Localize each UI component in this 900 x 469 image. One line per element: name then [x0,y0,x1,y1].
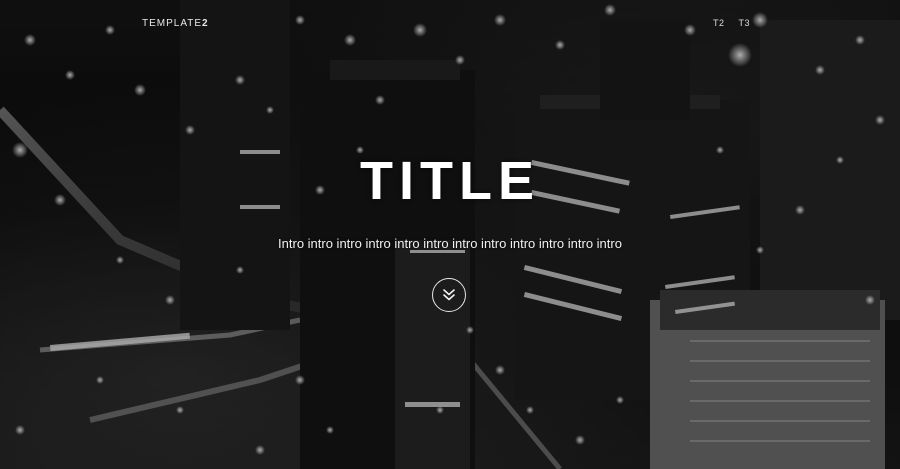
hero-section: TEMPLATE2 T2 T3 TITLE Intro intro intro … [0,0,900,469]
nav-links: T2 T3 [713,18,750,28]
nav-link-t2[interactable]: T2 [713,18,725,28]
brand-suffix: 2 [202,18,209,29]
hero-title: TITLE [360,151,540,211]
scroll-down-button[interactable] [432,278,466,312]
double-chevron-down-icon [443,289,455,301]
nav-link-t3[interactable]: T3 [738,18,750,28]
brand-prefix: TEMPLATE [142,18,203,29]
city-background-image [0,0,900,469]
brand-logo-link[interactable]: TEMPLATE2 [142,18,209,29]
hero-intro: Intro intro intro intro intro intro intr… [278,236,622,251]
top-navbar: TEMPLATE2 T2 T3 [0,18,900,32]
